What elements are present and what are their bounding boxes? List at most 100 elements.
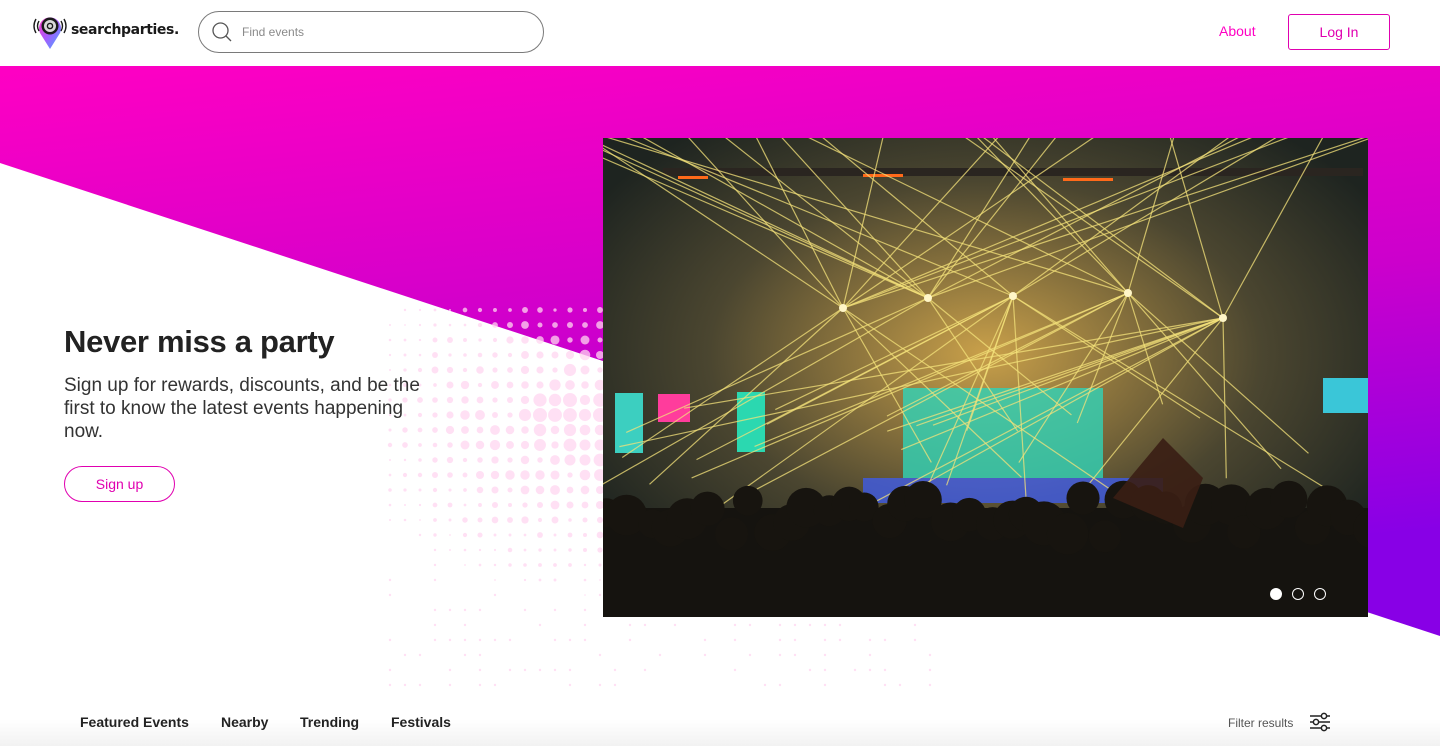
carousel-indicators xyxy=(1270,588,1326,600)
halftone-dot xyxy=(598,593,602,597)
halftone-dot xyxy=(520,470,530,480)
halftone-dot xyxy=(403,653,407,657)
tab-nearby[interactable]: Nearby xyxy=(221,714,268,730)
brand-logo[interactable]: searchparties. xyxy=(31,16,179,49)
halftone-dot xyxy=(476,396,484,404)
halftone-dot xyxy=(388,683,392,687)
halftone-dot xyxy=(778,638,782,642)
halftone-dot xyxy=(536,366,544,374)
halftone-dot xyxy=(493,638,497,642)
halftone-dot xyxy=(563,408,577,422)
tab-trending[interactable]: Trending xyxy=(300,714,359,730)
halftone-dot xyxy=(404,504,406,506)
stage-light xyxy=(839,304,847,312)
hero-carousel[interactable] xyxy=(603,138,1368,617)
crowd-head xyxy=(732,485,763,516)
halftone-dot xyxy=(550,500,560,510)
halftone-dot xyxy=(553,578,557,582)
halftone-dot xyxy=(520,365,530,375)
stage-light xyxy=(1124,289,1132,297)
halftone-dot xyxy=(478,653,482,657)
halftone-dot xyxy=(536,336,544,344)
carousel-dot[interactable] xyxy=(1292,588,1304,600)
halftone-dot xyxy=(628,623,632,627)
halftone-dot xyxy=(508,308,512,312)
crowd-head xyxy=(690,491,725,526)
about-link[interactable]: About xyxy=(1219,23,1256,39)
halftone-dot xyxy=(491,456,499,464)
halftone-dot xyxy=(463,353,467,357)
halftone-dot xyxy=(475,470,485,480)
halftone-dot xyxy=(563,423,577,437)
halftone-dot xyxy=(537,517,543,523)
halftone-dot xyxy=(462,472,468,478)
halftone-dot xyxy=(549,379,561,391)
halftone-dot xyxy=(446,456,454,464)
halftone-dot xyxy=(433,578,437,582)
search-bar[interactable] xyxy=(198,11,544,53)
halftone-dot xyxy=(387,442,393,448)
filter-results-button[interactable]: Filter results xyxy=(1228,712,1331,732)
stage-light xyxy=(1009,292,1017,300)
halftone-dot xyxy=(823,653,827,657)
halftone-dot xyxy=(431,471,439,479)
halftone-dot xyxy=(478,548,482,552)
halftone-dot xyxy=(598,563,602,567)
halftone-dot xyxy=(462,307,468,313)
halftone-dot xyxy=(552,322,558,328)
halftone-dot xyxy=(579,454,591,466)
halftone-dot xyxy=(566,486,574,494)
halftone-dot xyxy=(550,455,560,465)
halftone-dot xyxy=(494,579,496,581)
halftone-dot xyxy=(538,668,542,672)
search-input[interactable] xyxy=(242,25,522,39)
halftone-dot xyxy=(520,440,530,450)
halftone-dot xyxy=(582,307,588,313)
halftone-dot xyxy=(598,683,602,687)
crowd-head xyxy=(1270,480,1308,518)
halftone-dot xyxy=(535,485,545,495)
halftone-dot xyxy=(388,578,392,582)
login-button[interactable]: Log In xyxy=(1288,14,1390,50)
halftone-dot xyxy=(533,423,547,437)
halftone-dot xyxy=(505,470,515,480)
halftone-dot xyxy=(463,638,467,642)
halftone-dot xyxy=(433,533,437,537)
halftone-dot xyxy=(478,638,482,642)
halftone-dot xyxy=(508,638,512,642)
halftone-dot xyxy=(823,638,827,642)
halftone-dot xyxy=(551,351,559,359)
halftone-dot xyxy=(583,608,587,612)
halftone-dot xyxy=(568,548,572,552)
halftone-dot xyxy=(550,425,560,435)
halftone-dot xyxy=(597,547,603,553)
halftone-dot xyxy=(673,623,677,627)
halftone-dot xyxy=(550,470,560,480)
halftone-dot xyxy=(446,366,454,374)
halftone-dot xyxy=(533,393,547,407)
halftone-dot xyxy=(460,380,470,390)
halftone-dot xyxy=(582,547,588,553)
halftone-dot xyxy=(478,683,482,687)
halftone-dot xyxy=(536,351,544,359)
halftone-dot xyxy=(447,442,453,448)
halftone-dot xyxy=(658,653,662,657)
halftone-dot xyxy=(521,381,529,389)
truss-light xyxy=(678,176,708,179)
halftone-dot xyxy=(567,337,573,343)
halftone-dot xyxy=(548,393,562,407)
carousel-dot[interactable] xyxy=(1314,588,1326,600)
halftone-dot xyxy=(492,412,498,418)
halftone-dot xyxy=(490,470,500,480)
halftone-dot xyxy=(566,501,574,509)
halftone-dot xyxy=(628,638,632,642)
halftone-dot xyxy=(506,441,514,449)
halftone-dot xyxy=(447,472,453,478)
halftone-dot xyxy=(537,532,543,538)
tab-festivals[interactable]: Festivals xyxy=(391,714,451,730)
halftone-dot xyxy=(550,485,560,495)
tab-featured-events[interactable]: Featured Events xyxy=(80,714,189,730)
halftone-dot xyxy=(446,411,454,419)
signup-button[interactable]: Sign up xyxy=(64,466,175,502)
carousel-dot[interactable] xyxy=(1270,588,1282,600)
